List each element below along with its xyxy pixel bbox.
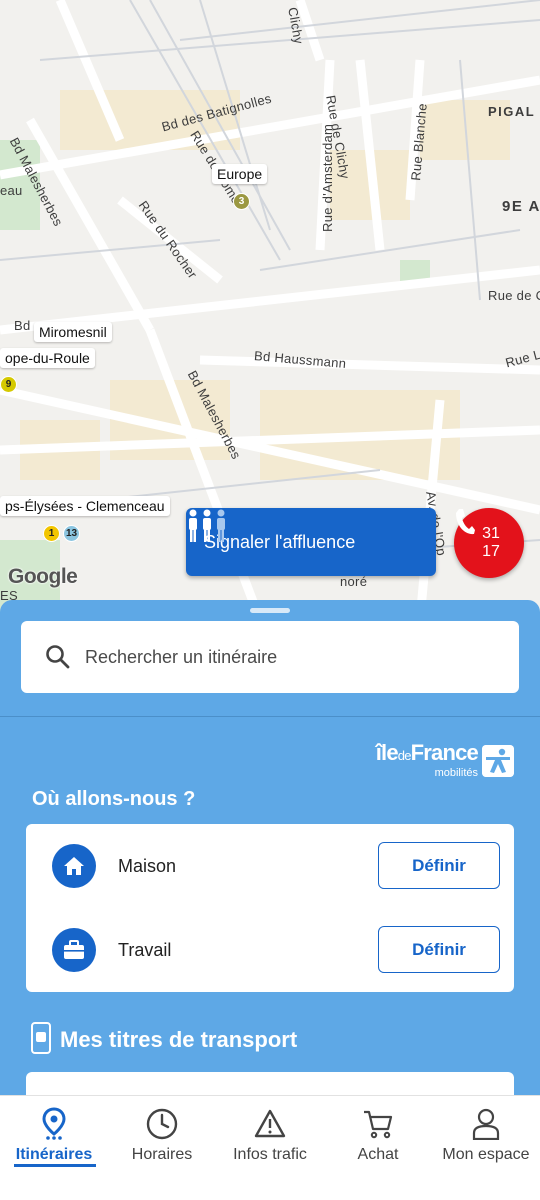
itinerary-search-input[interactable]: Rechercher un itinéraire [21, 621, 519, 693]
nav-achat[interactable]: Achat [324, 1106, 432, 1176]
mobile-ticket-icon [31, 1022, 51, 1054]
user-icon [472, 1108, 500, 1140]
metro-line-badge: 3 [233, 193, 250, 210]
emergency-number: 31 17 [482, 525, 500, 560]
place-label: Travail [118, 939, 172, 960]
station-label-philippe-du-roule[interactable]: ope-du-Roule [0, 348, 95, 368]
idf-mobilites-logo: îledeFrance mobilités [376, 742, 514, 779]
metro-line-badge: 9 [0, 376, 17, 393]
favorite-place-work[interactable]: Travail Définir [26, 908, 514, 992]
place-label: Maison [118, 855, 177, 876]
divider [0, 716, 540, 717]
bottom-navigation: Itinéraires Horaires Infos trafic Achat … [0, 1095, 540, 1200]
emergency-call-button[interactable]: 31 17 [454, 508, 524, 578]
street-label: Bd [14, 318, 31, 333]
nav-horaires[interactable]: Horaires [108, 1106, 216, 1176]
report-crowding-button[interactable]: Signaler l'affluence [186, 508, 436, 576]
metro-line-badge: 1 [43, 525, 60, 542]
google-attribution: Google [8, 565, 78, 588]
warning-icon [254, 1109, 286, 1138]
phone-icon [456, 509, 475, 535]
active-tab-indicator [14, 1164, 96, 1167]
street-label: Rue de C [488, 288, 540, 303]
search-placeholder: Rechercher un itinéraire [85, 646, 278, 667]
street-label: eau [0, 183, 23, 198]
favorite-place-home[interactable]: Maison Définir [26, 824, 514, 908]
bottom-sheet[interactable]: Rechercher un itinéraire îledeFrance mob… [0, 600, 540, 1095]
map-view[interactable]: Clichy Bd des Batignolles PIGAL Bd Males… [0, 0, 540, 620]
metro-line-badge: 13 [63, 525, 80, 542]
street-label: PIGAL [488, 104, 536, 119]
idf-mobilites-icon [482, 744, 514, 777]
briefcase-icon [52, 928, 96, 972]
station-label-miromesnil[interactable]: Miromesnil [34, 322, 112, 342]
station-label-europe[interactable]: Europe [212, 164, 268, 184]
define-work-button[interactable]: Définir [378, 926, 500, 973]
define-home-button[interactable]: Définir [378, 842, 500, 889]
drag-handle[interactable] [250, 608, 290, 613]
location-pin-icon [42, 1107, 66, 1140]
cart-icon [364, 1110, 393, 1139]
transport-tickets-title: Mes titres de transport [60, 1027, 298, 1052]
street-label: 9E A [502, 198, 540, 215]
clock-icon [146, 1108, 178, 1140]
nav-mon-espace[interactable]: Mon espace [432, 1106, 540, 1176]
street-label: noré [340, 574, 368, 589]
nav-infos-trafic[interactable]: Infos trafic [216, 1106, 324, 1176]
search-icon [46, 645, 70, 669]
station-label-champs-elysees-clemenceau[interactable]: ps-Élysées - Clemenceau [0, 496, 170, 516]
destinations-title: Où allons-nous ? [32, 788, 196, 810]
people-icon [189, 509, 225, 542]
transport-tickets-card[interactable] [26, 1072, 514, 1095]
home-icon [52, 844, 96, 888]
favorite-places-card: Maison Définir Travail Définir [26, 824, 514, 992]
